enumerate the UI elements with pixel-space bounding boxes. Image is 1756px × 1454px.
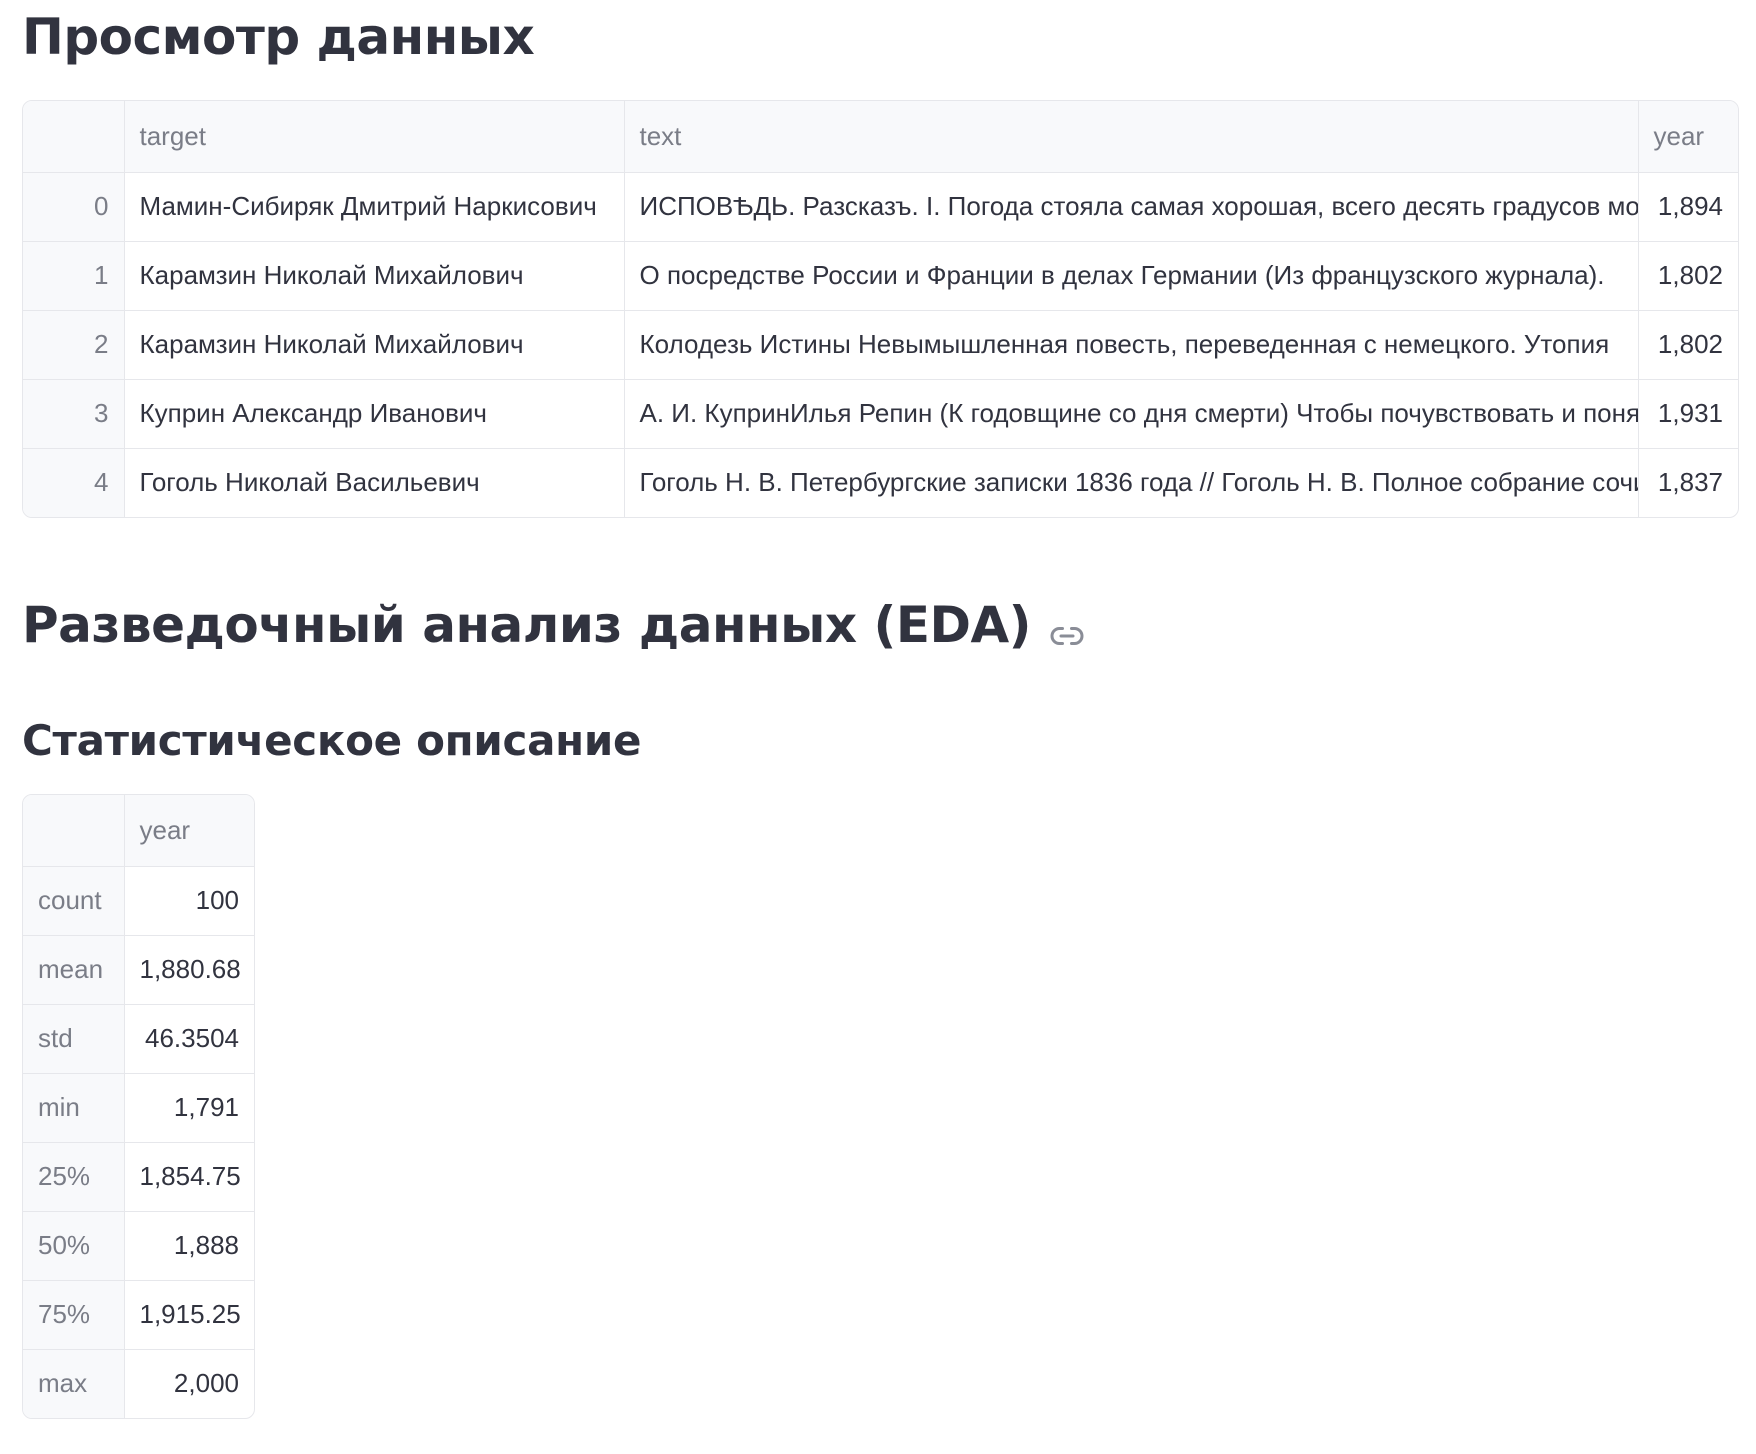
row-index[interactable]: 3: [23, 379, 125, 449]
cell-target[interactable]: Мамин-Сибиряк Дмитрий Наркисович: [124, 172, 625, 242]
data-preview-table[interactable]: target text year 0 Мамин-Сибиряк Дмитрий…: [22, 100, 1739, 518]
cell-target[interactable]: Карамзин Николай Михайлович: [124, 241, 625, 311]
table-row: 75% 1,915.25: [23, 1280, 254, 1350]
stat-label[interactable]: max: [23, 1349, 125, 1418]
stat-value[interactable]: 1,915.25: [124, 1280, 254, 1350]
stat-value[interactable]: 1,854.75: [124, 1142, 254, 1212]
table-row: 3 Куприн Александр Иванович А. И. Куприн…: [23, 379, 1738, 449]
column-header-year[interactable]: year: [124, 795, 254, 867]
stat-label[interactable]: mean: [23, 935, 125, 1005]
table-row: max 2,000: [23, 1349, 254, 1418]
section-title-eda-text: Разведочный анализ данных (EDA): [22, 596, 1032, 654]
stat-value[interactable]: 1,880.68: [124, 935, 254, 1005]
row-index[interactable]: 2: [23, 310, 125, 380]
cell-text[interactable]: Колодезь Истины Невымышленная повесть, п…: [624, 310, 1639, 380]
stat-value[interactable]: 100: [124, 866, 254, 936]
cell-year[interactable]: 1,931: [1638, 379, 1738, 449]
stats-table[interactable]: year count 100 mean 1,880.68 std 46.3504…: [22, 794, 255, 1419]
stat-label[interactable]: std: [23, 1004, 125, 1074]
row-index[interactable]: 4: [23, 448, 125, 517]
cell-year[interactable]: 1,802: [1638, 310, 1738, 380]
row-index[interactable]: 0: [23, 172, 125, 242]
link-icon[interactable]: [1049, 612, 1085, 648]
table-row: 0 Мамин-Сибиряк Дмитрий Наркисович ИСПОВ…: [23, 172, 1738, 242]
table-row: 50% 1,888: [23, 1211, 254, 1281]
stat-value[interactable]: 2,000: [124, 1349, 254, 1418]
table-header-row: year: [23, 795, 254, 867]
table-row: std 46.3504: [23, 1004, 254, 1074]
table-row: 25% 1,854.75: [23, 1142, 254, 1212]
stat-value[interactable]: 1,791: [124, 1073, 254, 1143]
column-header-index[interactable]: [23, 795, 125, 867]
table-row: 1 Карамзин Николай Михайлович О посредст…: [23, 241, 1738, 311]
column-header-target[interactable]: target: [124, 101, 625, 173]
cell-target[interactable]: Карамзин Николай Михайлович: [124, 310, 625, 380]
stat-label[interactable]: min: [23, 1073, 125, 1143]
cell-year[interactable]: 1,837: [1638, 448, 1738, 517]
stat-label[interactable]: 75%: [23, 1280, 125, 1350]
cell-year[interactable]: 1,802: [1638, 241, 1738, 311]
row-index[interactable]: 1: [23, 241, 125, 311]
cell-text[interactable]: О посредстве России и Франции в делах Ге…: [624, 241, 1639, 311]
cell-text[interactable]: А. И. КупринИлья Репин (К годовщине со д…: [624, 379, 1639, 449]
column-header-index[interactable]: [23, 101, 125, 173]
column-header-text[interactable]: text: [624, 101, 1639, 173]
page-title-preview: Просмотр данных: [22, 8, 535, 66]
stat-label[interactable]: 50%: [23, 1211, 125, 1281]
stat-value[interactable]: 1,888: [124, 1211, 254, 1281]
cell-text[interactable]: Гоголь Н. В. Петербургские записки 1836 …: [624, 448, 1639, 517]
table-row: min 1,791: [23, 1073, 254, 1143]
column-header-year[interactable]: year: [1638, 101, 1738, 173]
section-title-stats: Статистическое описание: [22, 716, 642, 765]
table-row: 4 Гоголь Николай Васильевич Гоголь Н. В.…: [23, 448, 1738, 517]
stat-label[interactable]: count: [23, 866, 125, 936]
table-row: count 100: [23, 866, 254, 936]
cell-target[interactable]: Куприн Александр Иванович: [124, 379, 625, 449]
cell-text[interactable]: ИСПОВѢДЬ. Разсказъ. I. Погода стояла сам…: [624, 172, 1639, 242]
cell-year[interactable]: 1,894: [1638, 172, 1738, 242]
table-row: mean 1,880.68: [23, 935, 254, 1005]
stat-value[interactable]: 46.3504: [124, 1004, 254, 1074]
stat-label[interactable]: 25%: [23, 1142, 125, 1212]
table-row: 2 Карамзин Николай Михайлович Колодезь И…: [23, 310, 1738, 380]
section-title-eda: Разведочный анализ данных (EDA): [22, 600, 1085, 650]
cell-target[interactable]: Гоголь Николай Васильевич: [124, 448, 625, 517]
table-header-row: target text year: [23, 101, 1738, 173]
